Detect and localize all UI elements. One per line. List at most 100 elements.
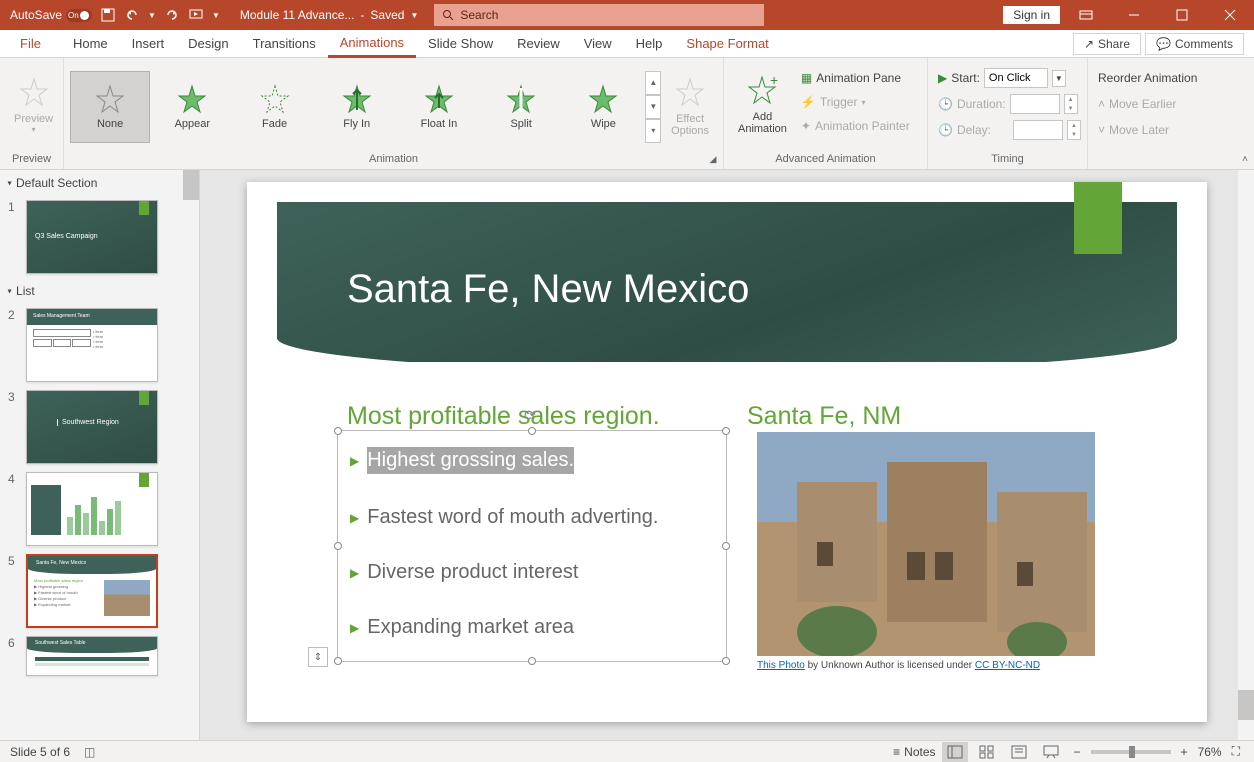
- anim-floatin[interactable]: Float In: [399, 71, 479, 143]
- normal-view-icon[interactable]: [942, 742, 968, 762]
- tab-home[interactable]: Home: [61, 30, 120, 58]
- anim-appear[interactable]: Appear: [152, 71, 232, 143]
- thumb-3[interactable]: 3 Southwest Region: [0, 386, 199, 468]
- section-default[interactable]: Default Section: [0, 170, 199, 196]
- resize-handle[interactable]: [334, 427, 342, 435]
- add-animation-button[interactable]: + Add Animation: [730, 62, 795, 148]
- anim-split[interactable]: Split: [481, 71, 561, 143]
- license-link[interactable]: CC BY-NC-ND: [975, 660, 1040, 671]
- sorter-view-icon[interactable]: [974, 742, 1000, 762]
- anim-fade[interactable]: Fade: [234, 71, 314, 143]
- delay-spinner[interactable]: ▲▼: [1067, 120, 1081, 140]
- resize-handle[interactable]: [722, 657, 730, 665]
- thumb-1[interactable]: 1 Q3 Sales Campaign: [0, 196, 199, 278]
- slide-canvas[interactable]: Santa Fe, New Mexico Most profitable sal…: [247, 182, 1207, 722]
- ribbon-display-icon[interactable]: [1064, 0, 1108, 30]
- thumb-5[interactable]: 5 Santa Fe, New MexicoMost profitable sa…: [0, 550, 199, 632]
- minimize-icon[interactable]: [1112, 0, 1156, 30]
- effect-options-button[interactable]: Effect Options: [663, 64, 717, 150]
- tab-slideshow[interactable]: Slide Show: [416, 30, 505, 58]
- anim-flyin[interactable]: Fly In: [317, 71, 397, 143]
- tab-insert[interactable]: Insert: [120, 30, 177, 58]
- tab-help[interactable]: Help: [624, 30, 675, 58]
- tab-transitions[interactable]: Transitions: [241, 30, 328, 58]
- tab-design[interactable]: Design: [176, 30, 240, 58]
- bullet-1[interactable]: Highest grossing sales.: [350, 447, 714, 474]
- start-dropdown-icon[interactable]: ▼: [1052, 70, 1066, 87]
- qat-more-icon[interactable]: ▼: [212, 11, 220, 20]
- notes-button[interactable]: ≡Notes: [893, 745, 935, 759]
- reorder-label: Reorder Animation: [1094, 66, 1201, 90]
- search-input[interactable]: Search: [434, 4, 764, 26]
- tab-review[interactable]: Review: [505, 30, 572, 58]
- bullet-textbox[interactable]: ⟳ Highest grossing sales. Fastest word o…: [337, 430, 727, 662]
- right-subtitle[interactable]: Santa Fe, NM: [747, 402, 901, 431]
- animation-pane-button[interactable]: ▦Animation Pane: [797, 66, 914, 90]
- redo-icon[interactable]: [164, 7, 180, 23]
- zoom-slider[interactable]: [1091, 750, 1171, 754]
- resize-handle[interactable]: [528, 427, 536, 435]
- slide-title[interactable]: Santa Fe, New Mexico: [347, 267, 749, 312]
- trigger-button[interactable]: ⚡Trigger▾: [797, 90, 914, 114]
- share-button[interactable]: ↗Share: [1073, 33, 1141, 55]
- photo-link[interactable]: This Photo: [757, 660, 805, 671]
- slide-counter[interactable]: Slide 5 of 6: [10, 745, 70, 759]
- maximize-icon[interactable]: [1160, 0, 1204, 30]
- resize-handle[interactable]: [722, 427, 730, 435]
- move-later-button[interactable]: ˅Move Later: [1094, 118, 1201, 142]
- zoom-level[interactable]: 76%: [1198, 745, 1222, 759]
- canvas-scrollbar-v[interactable]: [1238, 170, 1254, 740]
- comment-icon: 💬: [1156, 37, 1171, 51]
- autofit-options-icon[interactable]: ⇕: [308, 647, 328, 667]
- tab-shape-format[interactable]: Shape Format: [674, 30, 780, 58]
- signin-button[interactable]: Sign in: [1003, 6, 1060, 24]
- move-earlier-button[interactable]: ˄Move Earlier: [1094, 92, 1201, 116]
- bullet-2[interactable]: Fastest word of mouth adverting.: [350, 506, 714, 529]
- animation-dialog-launcher[interactable]: ◢: [706, 152, 720, 166]
- delay-input[interactable]: [1013, 120, 1063, 140]
- document-name: Module 11 Advance... - Saved ▼: [240, 8, 418, 22]
- comments-button[interactable]: 💬Comments: [1145, 33, 1244, 55]
- anim-wipe[interactable]: Wipe: [563, 71, 643, 143]
- zoom-in-button[interactable]: +: [1177, 745, 1192, 759]
- duration-input[interactable]: [1010, 94, 1060, 114]
- anim-gallery-scroll[interactable]: ▲▼▾: [645, 71, 661, 143]
- anim-none[interactable]: None: [70, 71, 150, 143]
- animation-painter-button[interactable]: ✦Animation Painter: [797, 114, 914, 138]
- duration-spinner[interactable]: ▲▼: [1064, 94, 1078, 114]
- autosave-toggle[interactable]: AutoSave On: [10, 8, 92, 22]
- tab-view[interactable]: View: [572, 30, 624, 58]
- undo-dropdown-icon[interactable]: ▼: [148, 11, 156, 20]
- slideshow-view-icon[interactable]: [1038, 742, 1064, 762]
- undo-icon[interactable]: [124, 7, 140, 23]
- resize-handle[interactable]: [528, 657, 536, 665]
- tab-animations[interactable]: Animations: [328, 30, 416, 58]
- zoom-out-button[interactable]: −: [1070, 745, 1085, 759]
- collapse-ribbon-icon[interactable]: ˄: [1242, 154, 1248, 165]
- section-list[interactable]: List: [0, 278, 199, 304]
- start-dropdown[interactable]: [984, 68, 1048, 88]
- slide-thumbnail-panel[interactable]: Default Section 1 Q3 Sales Campaign List…: [0, 170, 200, 740]
- slideshow-start-icon[interactable]: [188, 7, 204, 23]
- left-subtitle[interactable]: Most profitable sales region.: [347, 402, 660, 431]
- bullet-3[interactable]: Diverse product interest: [350, 561, 714, 584]
- share-icon: ↗: [1084, 37, 1094, 51]
- tab-file[interactable]: File: [0, 30, 61, 58]
- slide-image[interactable]: [757, 432, 1095, 656]
- thumb-2[interactable]: 2 Sales Management Team• item• item• ite…: [0, 304, 199, 386]
- reading-view-icon[interactable]: [1006, 742, 1032, 762]
- rotate-handle-icon[interactable]: ⟳: [524, 407, 536, 424]
- resize-handle[interactable]: [334, 657, 342, 665]
- close-icon[interactable]: [1208, 0, 1252, 30]
- resize-handle[interactable]: [334, 542, 342, 550]
- bullet-4[interactable]: Expanding market area: [350, 616, 714, 639]
- accessibility-icon[interactable]: ◫: [84, 745, 95, 759]
- thumb-6[interactable]: 6 Southwest Sales Table: [0, 632, 199, 680]
- preview-button[interactable]: Preview ▾: [6, 62, 61, 148]
- thumbnail-scrollbar[interactable]: [183, 170, 199, 740]
- save-icon[interactable]: [100, 7, 116, 23]
- fit-to-window-icon[interactable]: ⛶: [1228, 744, 1244, 759]
- resize-handle[interactable]: [722, 542, 730, 550]
- slide-canvas-area[interactable]: Santa Fe, New Mexico Most profitable sal…: [200, 170, 1254, 740]
- thumb-4[interactable]: 4: [0, 468, 199, 550]
